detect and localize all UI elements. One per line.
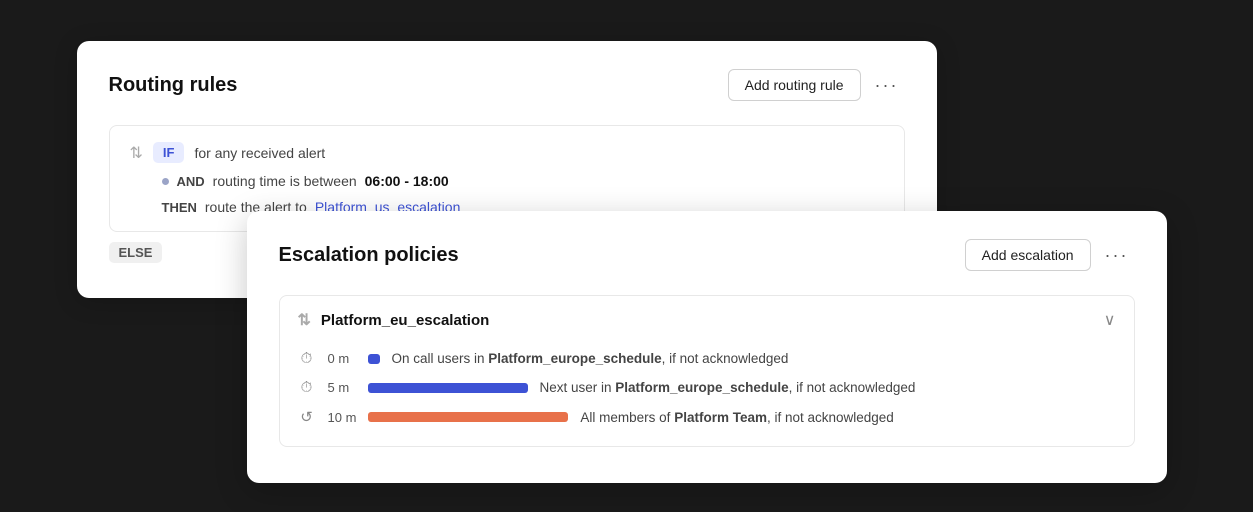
step-1-bar-container	[368, 354, 380, 364]
clock-icon-2: ⏱	[298, 379, 316, 396]
if-text: for any received alert	[194, 145, 325, 161]
escalation-step-1: ⏱ 0 m On call users in Platform_europe_s…	[298, 344, 1116, 373]
step-3-time: 10 m	[328, 410, 357, 425]
if-badge: IF	[153, 142, 185, 163]
repeat-icon: ↺	[298, 408, 316, 426]
routing-title: Routing rules	[109, 74, 238, 97]
rule-if-row: ⇅ IF for any received alert	[130, 142, 884, 163]
step-2-schedule: Platform_europe_schedule	[615, 380, 788, 395]
step-1-time: 0 m	[328, 351, 356, 366]
step-3-bar-container	[368, 412, 568, 422]
scene: Routing rules Add routing rule ··· ⇅ IF …	[77, 41, 1177, 471]
rule-and-row: AND routing time is between 06:00 - 18:0…	[162, 173, 884, 189]
step-2-bar-container	[368, 383, 528, 393]
escalation-step-2: ⏱ 5 m Next user in Platform_europe_sched…	[298, 373, 1116, 402]
step-2-description: Next user in Platform_europe_schedule, i…	[540, 380, 1116, 395]
routing-actions: Add routing rule ···	[728, 69, 905, 101]
step-3-bar	[368, 412, 568, 422]
step-3-schedule: Platform Team	[674, 410, 767, 425]
escalation-policies-card: Escalation policies Add escalation ··· ⇅…	[247, 211, 1167, 483]
policy-drag-handle-icon[interactable]: ⇅	[298, 310, 311, 330]
escalation-step-3: ↺ 10 m All members of Platform Team, if …	[298, 402, 1116, 432]
escalation-more-button[interactable]: ···	[1099, 241, 1135, 270]
and-dot	[162, 178, 169, 185]
step-2-bar	[368, 383, 528, 393]
and-badge: AND	[177, 174, 205, 189]
escalation-actions: Add escalation ···	[965, 239, 1135, 271]
step-2-time: 5 m	[328, 380, 356, 395]
add-escalation-button[interactable]: Add escalation	[965, 239, 1091, 271]
policy-name-text: Platform_eu_escalation	[321, 312, 489, 329]
step-1-bar	[368, 354, 380, 364]
escalation-header: Escalation policies Add escalation ···	[279, 239, 1135, 271]
step-3-description: All members of Platform Team, if not ack…	[580, 410, 1115, 425]
routing-header: Routing rules Add routing rule ···	[109, 69, 905, 101]
and-condition-text: routing time is between	[213, 173, 357, 189]
add-routing-rule-button[interactable]: Add routing rule	[728, 69, 861, 101]
routing-more-button[interactable]: ···	[869, 71, 905, 100]
step-1-schedule: Platform_europe_schedule	[488, 351, 661, 366]
time-range: 06:00 - 18:00	[365, 173, 449, 189]
then-badge: THEN	[162, 200, 197, 215]
escalation-policy-header: ⇅ Platform_eu_escalation ∨	[298, 310, 1116, 330]
escalation-policy-item: ⇅ Platform_eu_escalation ∨ ⏱ 0 m On call…	[279, 295, 1135, 447]
escalation-policy-name: ⇅ Platform_eu_escalation	[298, 310, 490, 330]
else-badge: ELSE	[109, 242, 163, 263]
drag-handle-icon[interactable]: ⇅	[130, 143, 143, 163]
step-1-description: On call users in Platform_europe_schedul…	[392, 351, 1116, 366]
escalation-title: Escalation policies	[279, 244, 459, 267]
clock-icon-1: ⏱	[298, 350, 316, 367]
chevron-down-icon[interactable]: ∨	[1104, 310, 1116, 330]
